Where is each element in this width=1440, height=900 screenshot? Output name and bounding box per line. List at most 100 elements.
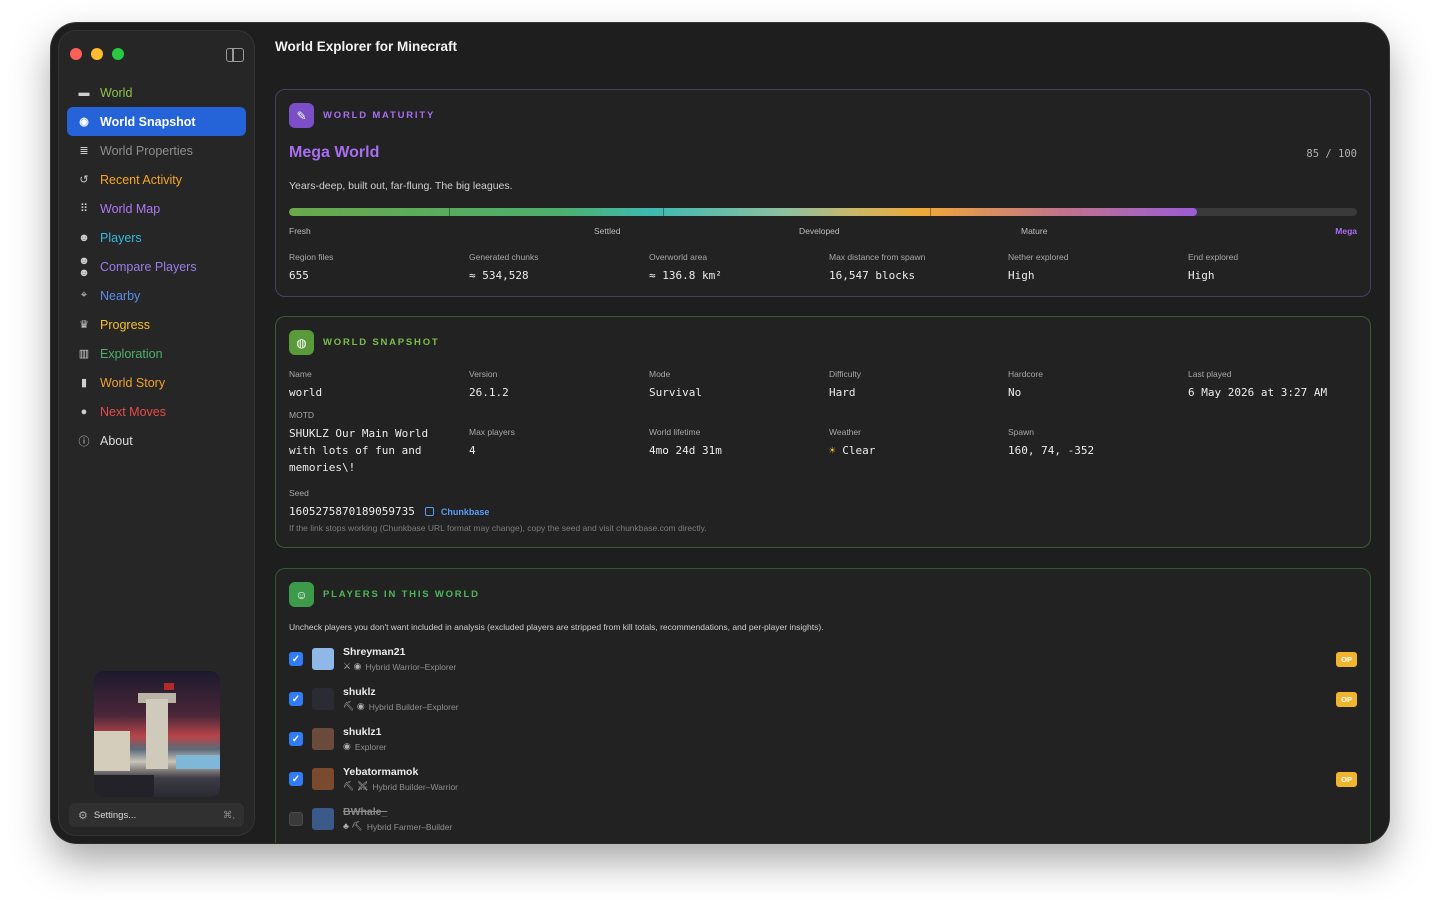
- maturity-description: Years-deep, built out, far-flung. The bi…: [289, 180, 513, 192]
- player-avatar: [312, 648, 334, 670]
- stat-generated-chunks: Generated chunks ≈ 534,528: [469, 252, 539, 282]
- maturity-level-name: Mega World: [289, 144, 380, 161]
- player-avatar: [312, 768, 334, 790]
- field-world-lifetime: World lifetime 4mo 24d 31m: [649, 427, 722, 457]
- player-role: Hybrid Warrior–Explorer: [365, 661, 457, 672]
- player-include-checkbox[interactable]: ✓: [289, 652, 303, 666]
- player-name: shuklz1: [343, 726, 382, 738]
- field-max-players: Max players 4: [469, 427, 515, 457]
- snapshot-section-title: WORLD SNAPSHOT: [323, 337, 440, 348]
- history-icon: ↺: [79, 174, 89, 186]
- trophy-icon: ♛: [79, 319, 89, 331]
- external-link-icon: [424, 507, 434, 516]
- maturity-score: 85 / 100: [1306, 148, 1357, 160]
- sidebar-item-world-properties[interactable]: ≣ World Properties: [67, 136, 246, 165]
- map-icon: ▥: [78, 348, 90, 360]
- field-version: Version 26.1.2: [469, 369, 509, 399]
- seed-label: Seed: [289, 488, 309, 498]
- player-avatar: [312, 728, 334, 750]
- players-section-title: PLAYERS IN THIS WORLD: [323, 589, 480, 600]
- settings-button[interactable]: ⚙ Settings... ⌘,: [69, 803, 244, 827]
- book-icon: ▮: [80, 377, 88, 389]
- app-window: ▬ World ◉ World Snapshot ≣ World Properties ↺ R…: [51, 23, 1389, 843]
- stage-fresh: Fresh: [289, 226, 311, 236]
- sidebar-item-world[interactable]: ▬ World: [67, 78, 246, 107]
- nearby-icon: ⌖: [80, 289, 88, 301]
- compare-icon: ☻☻: [78, 254, 90, 279]
- player-include-checkbox[interactable]: ✓: [289, 772, 303, 786]
- player-include-checkbox[interactable]: ✓: [289, 692, 303, 706]
- field-spawn: Spawn 160, 74, -352: [1008, 427, 1095, 457]
- op-badge: OP: [1336, 651, 1357, 667]
- role-icons: ⛏ ◉: [343, 701, 365, 711]
- maturity-progress-fill: [289, 208, 1197, 216]
- sidebar-item-recent-activity[interactable]: ↺ Recent Activity: [67, 165, 246, 194]
- sidebar-item-label: World Map: [100, 201, 161, 216]
- settings-shortcut: ⌘,: [222, 809, 235, 821]
- player-include-checkbox[interactable]: [289, 812, 303, 826]
- player-name: Yebatormamok: [343, 766, 419, 778]
- folder-icon: ▬: [78, 86, 90, 99]
- list-icon: ≣: [79, 145, 89, 157]
- grid-icon: ⠿: [79, 203, 89, 215]
- seed-value[interactable]: 1605275870189059735: [289, 505, 415, 518]
- maturity-progress-bar: [289, 208, 1357, 216]
- sidebar-item-about[interactable]: ⓘ About: [67, 426, 246, 455]
- sidebar-item-label: Players: [100, 230, 142, 245]
- lightbulb-icon: ●: [80, 405, 88, 418]
- sidebar-item-world-map[interactable]: ⠿ World Map: [67, 194, 246, 223]
- sidebar-item-world-snapshot[interactable]: ◉ World Snapshot: [67, 107, 246, 136]
- stage-developed: Developed: [799, 226, 840, 236]
- player-avatar: [312, 688, 334, 710]
- stat-end-explored: End explored High: [1188, 252, 1239, 282]
- gear-icon: ⚙: [78, 809, 88, 822]
- seed-note: If the link stops working (Chunkbase URL…: [289, 523, 707, 533]
- stage-mature: Mature: [1021, 226, 1048, 236]
- role-icons: ◉: [343, 741, 351, 751]
- maturity-section-title: WORLD MATURITY: [323, 110, 436, 121]
- field-motd: MOTD SHUKLZ Our Main World with lots of …: [289, 410, 429, 474]
- player-row: ✓ Shreyman21 ⚔ ◉ Hybrid Warrior–Explorer OP: [289, 641, 1357, 677]
- sidebar-toggle-icon[interactable]: [226, 48, 244, 62]
- player-include-checkbox[interactable]: ✓: [289, 732, 303, 746]
- sidebar-item-label: Next Moves: [100, 404, 166, 419]
- players-description: Uncheck players you don't want included …: [289, 622, 824, 632]
- sidebar-item-label: Nearby: [100, 288, 141, 303]
- maturity-icon: ✎: [289, 103, 314, 128]
- world-snapshot-card: ◍ WORLD SNAPSHOT Name world Version 26.1…: [275, 316, 1371, 548]
- stage-settled: Settled: [594, 226, 621, 236]
- sidebar-item-next-moves[interactable]: ● Next Moves: [67, 397, 246, 426]
- sidebar-item-label: World Snapshot: [100, 114, 196, 129]
- snapshot-globe-icon: ◍: [289, 330, 314, 355]
- zoom-button[interactable]: [112, 48, 124, 60]
- stat-overworld-area: Overworld area ≈ 136.8 km²: [649, 252, 722, 282]
- sidebar-item-label: Compare Players: [100, 259, 197, 274]
- stat-region-files: Region files 655: [289, 252, 334, 282]
- minimize-button[interactable]: [91, 48, 103, 60]
- world-thumbnail: [94, 671, 220, 797]
- field-last-played: Last played 6 May 2026 at 3:27 AM: [1188, 369, 1328, 399]
- player-role: Explorer: [354, 741, 387, 752]
- field-hardcore: Hardcore No: [1008, 369, 1043, 399]
- sidebar-nav: ▬ World ◉ World Snapshot ≣ World Properties ↺ R…: [67, 78, 246, 455]
- field-name: Name world: [289, 369, 323, 399]
- players-icon: ☺: [289, 582, 314, 607]
- player-row: ✓ Yebatormamok ⛏ ⚔ Hybrid Builder–Warrior OP: [289, 761, 1357, 797]
- players-card: ☺ PLAYERS IN THIS WORLD Uncheck players …: [275, 568, 1371, 843]
- sidebar-item-world-story[interactable]: ▮ World Story: [67, 368, 246, 397]
- sidebar-item-label: World Story: [100, 375, 166, 390]
- sidebar-item-label: Recent Activity: [100, 172, 182, 187]
- player-row: ✓ shuklz ⛏ ◉ Hybrid Builder–Explorer OP: [289, 681, 1357, 717]
- sidebar-item-progress[interactable]: ♛ Progress: [67, 310, 246, 339]
- sidebar-item-exploration[interactable]: ▥ Exploration: [67, 339, 246, 368]
- people-icon: ☻: [78, 231, 90, 244]
- chunkbase-link[interactable]: Chunkbase: [424, 507, 489, 517]
- sidebar-item-compare-players[interactable]: ☻☻ Compare Players: [67, 252, 246, 281]
- sidebar-item-players[interactable]: ☻ Players: [67, 223, 246, 252]
- op-badge: OP: [1336, 771, 1357, 787]
- sidebar-item-nearby[interactable]: ⌖ Nearby: [67, 281, 246, 310]
- player-avatar: [312, 808, 334, 830]
- close-button[interactable]: [70, 48, 82, 60]
- stat-nether-explored: Nether explored High: [1008, 252, 1069, 282]
- role-icons: ⛏ ⚔: [343, 781, 369, 791]
